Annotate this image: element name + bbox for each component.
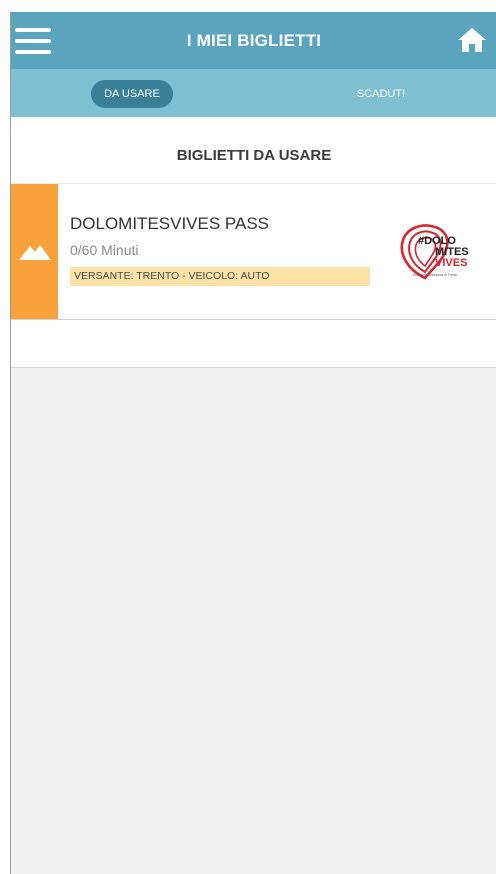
home-icon[interactable] (457, 27, 487, 53)
ticket-tabs: DA USARE SCADUTI (11, 69, 496, 117)
tab-scaduti[interactable]: SCADUTI (331, 80, 431, 108)
svg-text:VIVES: VIVES (435, 257, 467, 269)
menu-bar (15, 39, 51, 43)
app-screen: I MIEI BIGLIETTI DA USARE SCADUTI BIGLIE… (10, 12, 496, 874)
dolomitesvives-logo: #DOLO MITES VIVES Provincia Autonoma di … (400, 224, 469, 280)
ticket-name: DOLOMITESVIVES PASS (70, 214, 270, 233)
app-header: I MIEI BIGLIETTI (11, 12, 496, 69)
svg-text:Provincia Autonoma di Trento: Provincia Autonoma di Trento (413, 273, 457, 277)
section-title: BIGLIETTI DA USARE (176, 147, 332, 164)
tickets-section: BIGLIETTI DA USARE DOLOMITESVIVES PASS 0… (11, 117, 496, 368)
bezel-left (0, 12, 10, 874)
hamburger-menu-icon[interactable] (15, 28, 59, 54)
ticket-minutes: 0/60 Minuti (70, 242, 139, 258)
ticket-card[interactable]: DOLOMITESVIVES PASS 0/60 Minuti VERSANTE… (11, 183, 496, 320)
device-frame: I MIEI BIGLIETTI DA USARE SCADUTI BIGLIE… (0, 0, 496, 874)
tab-da-usare[interactable]: DA USARE (91, 80, 173, 108)
menu-bar (15, 28, 51, 32)
mountain-icon (19, 245, 51, 260)
ticket-stripe (11, 184, 58, 319)
ticket-tag: VERSANTE: TRENTO - VEICOLO: AUTO (70, 267, 370, 286)
bezel-top (0, 0, 496, 12)
page-title: I MIEI BIGLIETTI (186, 31, 322, 50)
menu-bar (15, 50, 51, 54)
